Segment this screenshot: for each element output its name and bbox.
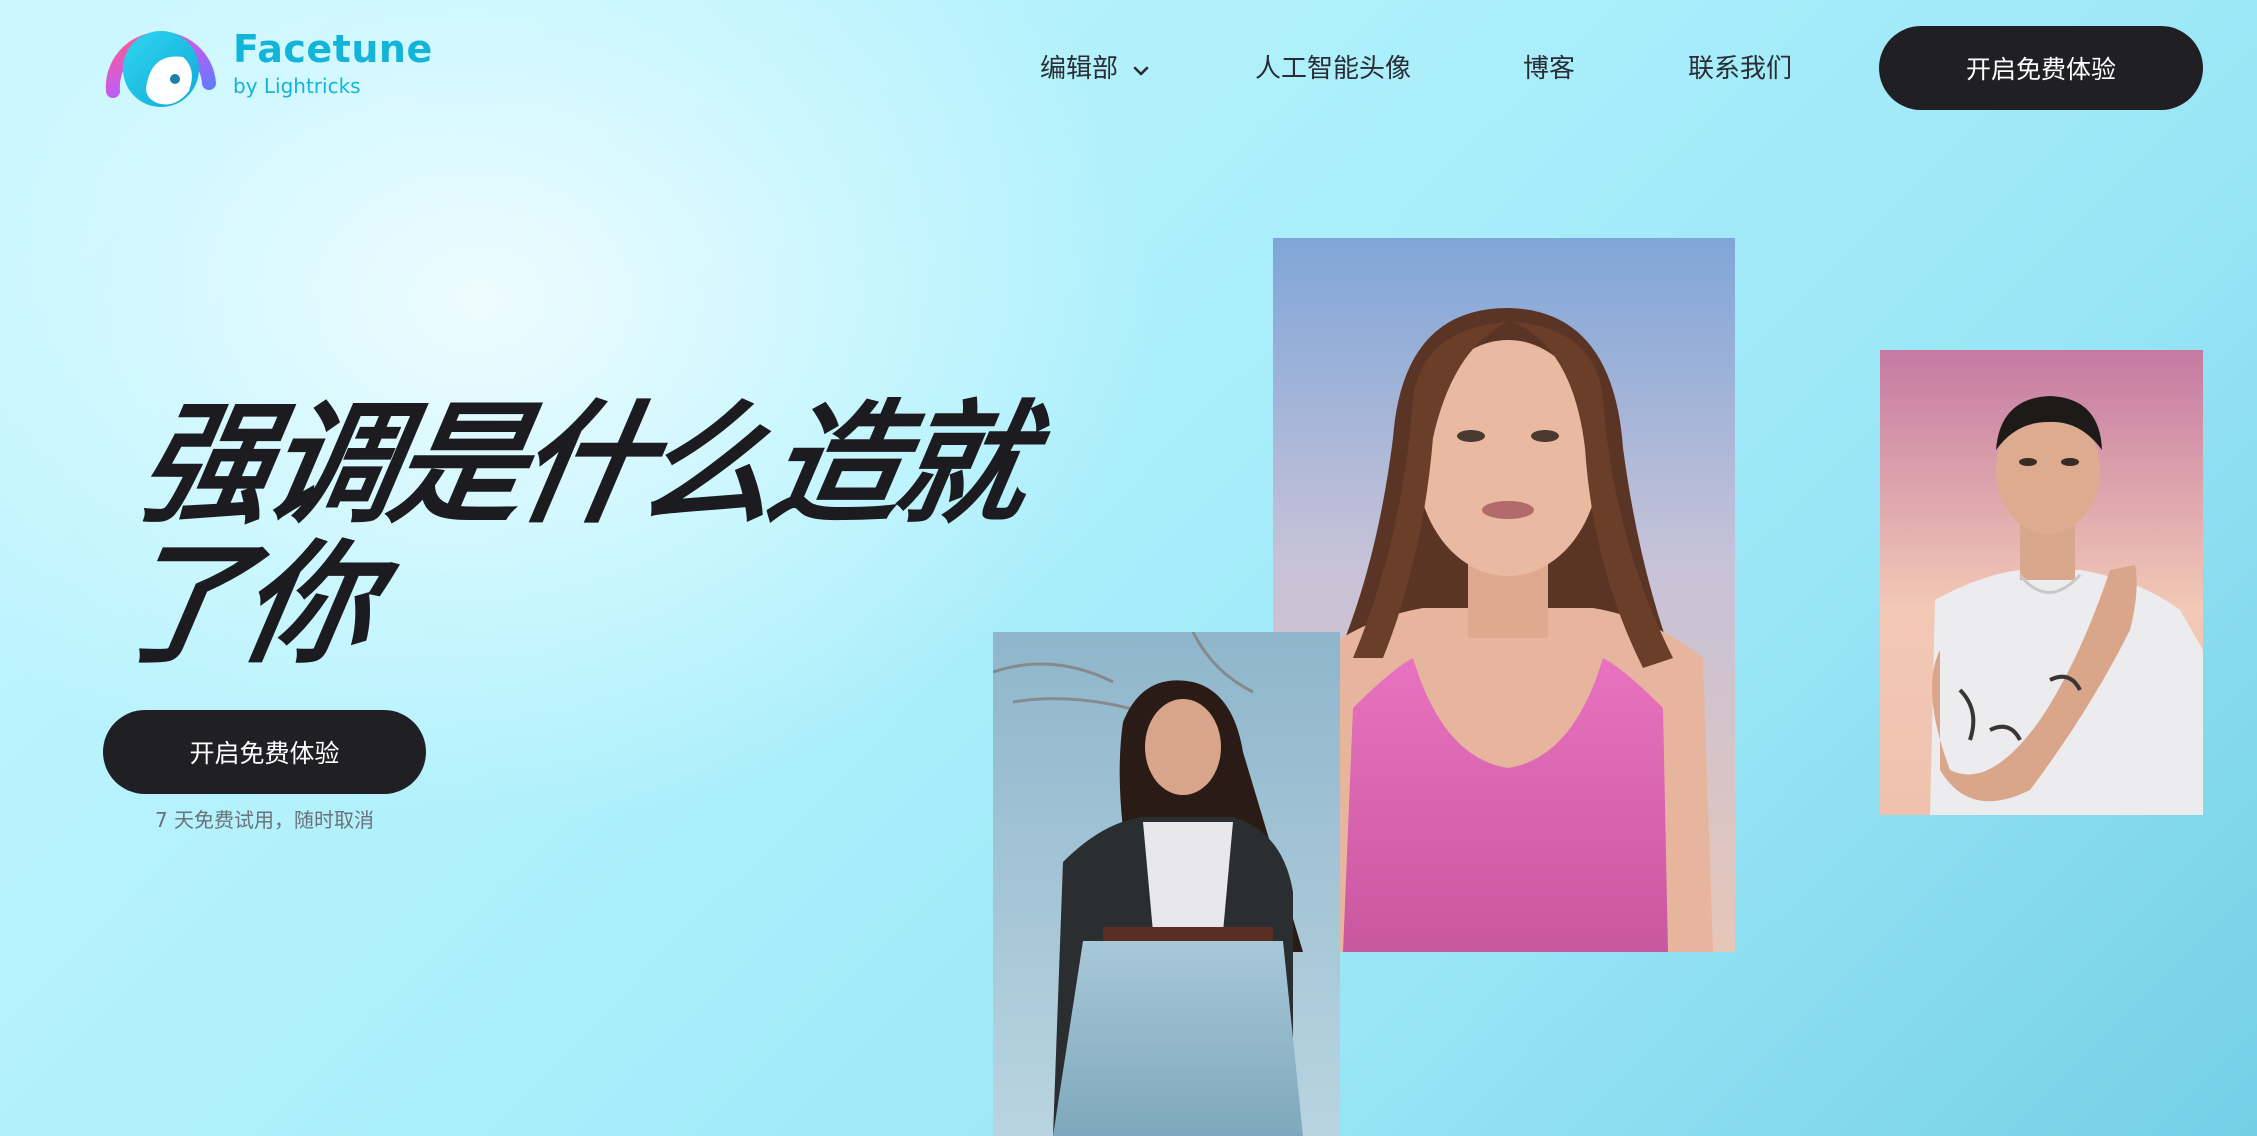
trial-note: 7 天免费试用，随时取消 [154, 808, 375, 832]
nav-item-blog[interactable]: 博客 [1523, 48, 1575, 85]
header-free-trial-button[interactable]: 开启免费体验 [1879, 26, 2203, 110]
nav-item-editorial[interactable]: 编辑部 [1040, 48, 1150, 85]
portrait-woman-leather-jacket [993, 632, 1340, 1136]
brand-name: Facetune [233, 27, 433, 71]
main-nav: 编辑部 人工智能头像 博客 联系我们 [1040, 26, 1792, 106]
brand-wordmark: Facetune by Lightricks [233, 30, 433, 96]
nav-item-contact[interactable]: 联系我们 [1688, 48, 1792, 85]
brand-tagline: by Lightricks [233, 74, 361, 98]
hero-title-line-2: 了你 [102, 528, 382, 682]
portrait-man-white-tshirt-tattoos [1880, 350, 2203, 815]
facetune-logo-icon [103, 13, 219, 113]
hero-title-line-1: 强调是什么造就 [127, 388, 1037, 542]
nav-item-editorial-label: 编辑部 [1040, 53, 1119, 84]
brand-logo[interactable]: Facetune by Lightricks [103, 13, 433, 113]
nav-item-ai-avatar[interactable]: 人工智能头像 [1255, 48, 1411, 85]
portrait-woman-pink-top [1273, 238, 1735, 952]
hero-free-trial-button[interactable]: 开启免费体验 [103, 710, 426, 794]
chevron-down-icon[interactable] [1132, 57, 1150, 76]
